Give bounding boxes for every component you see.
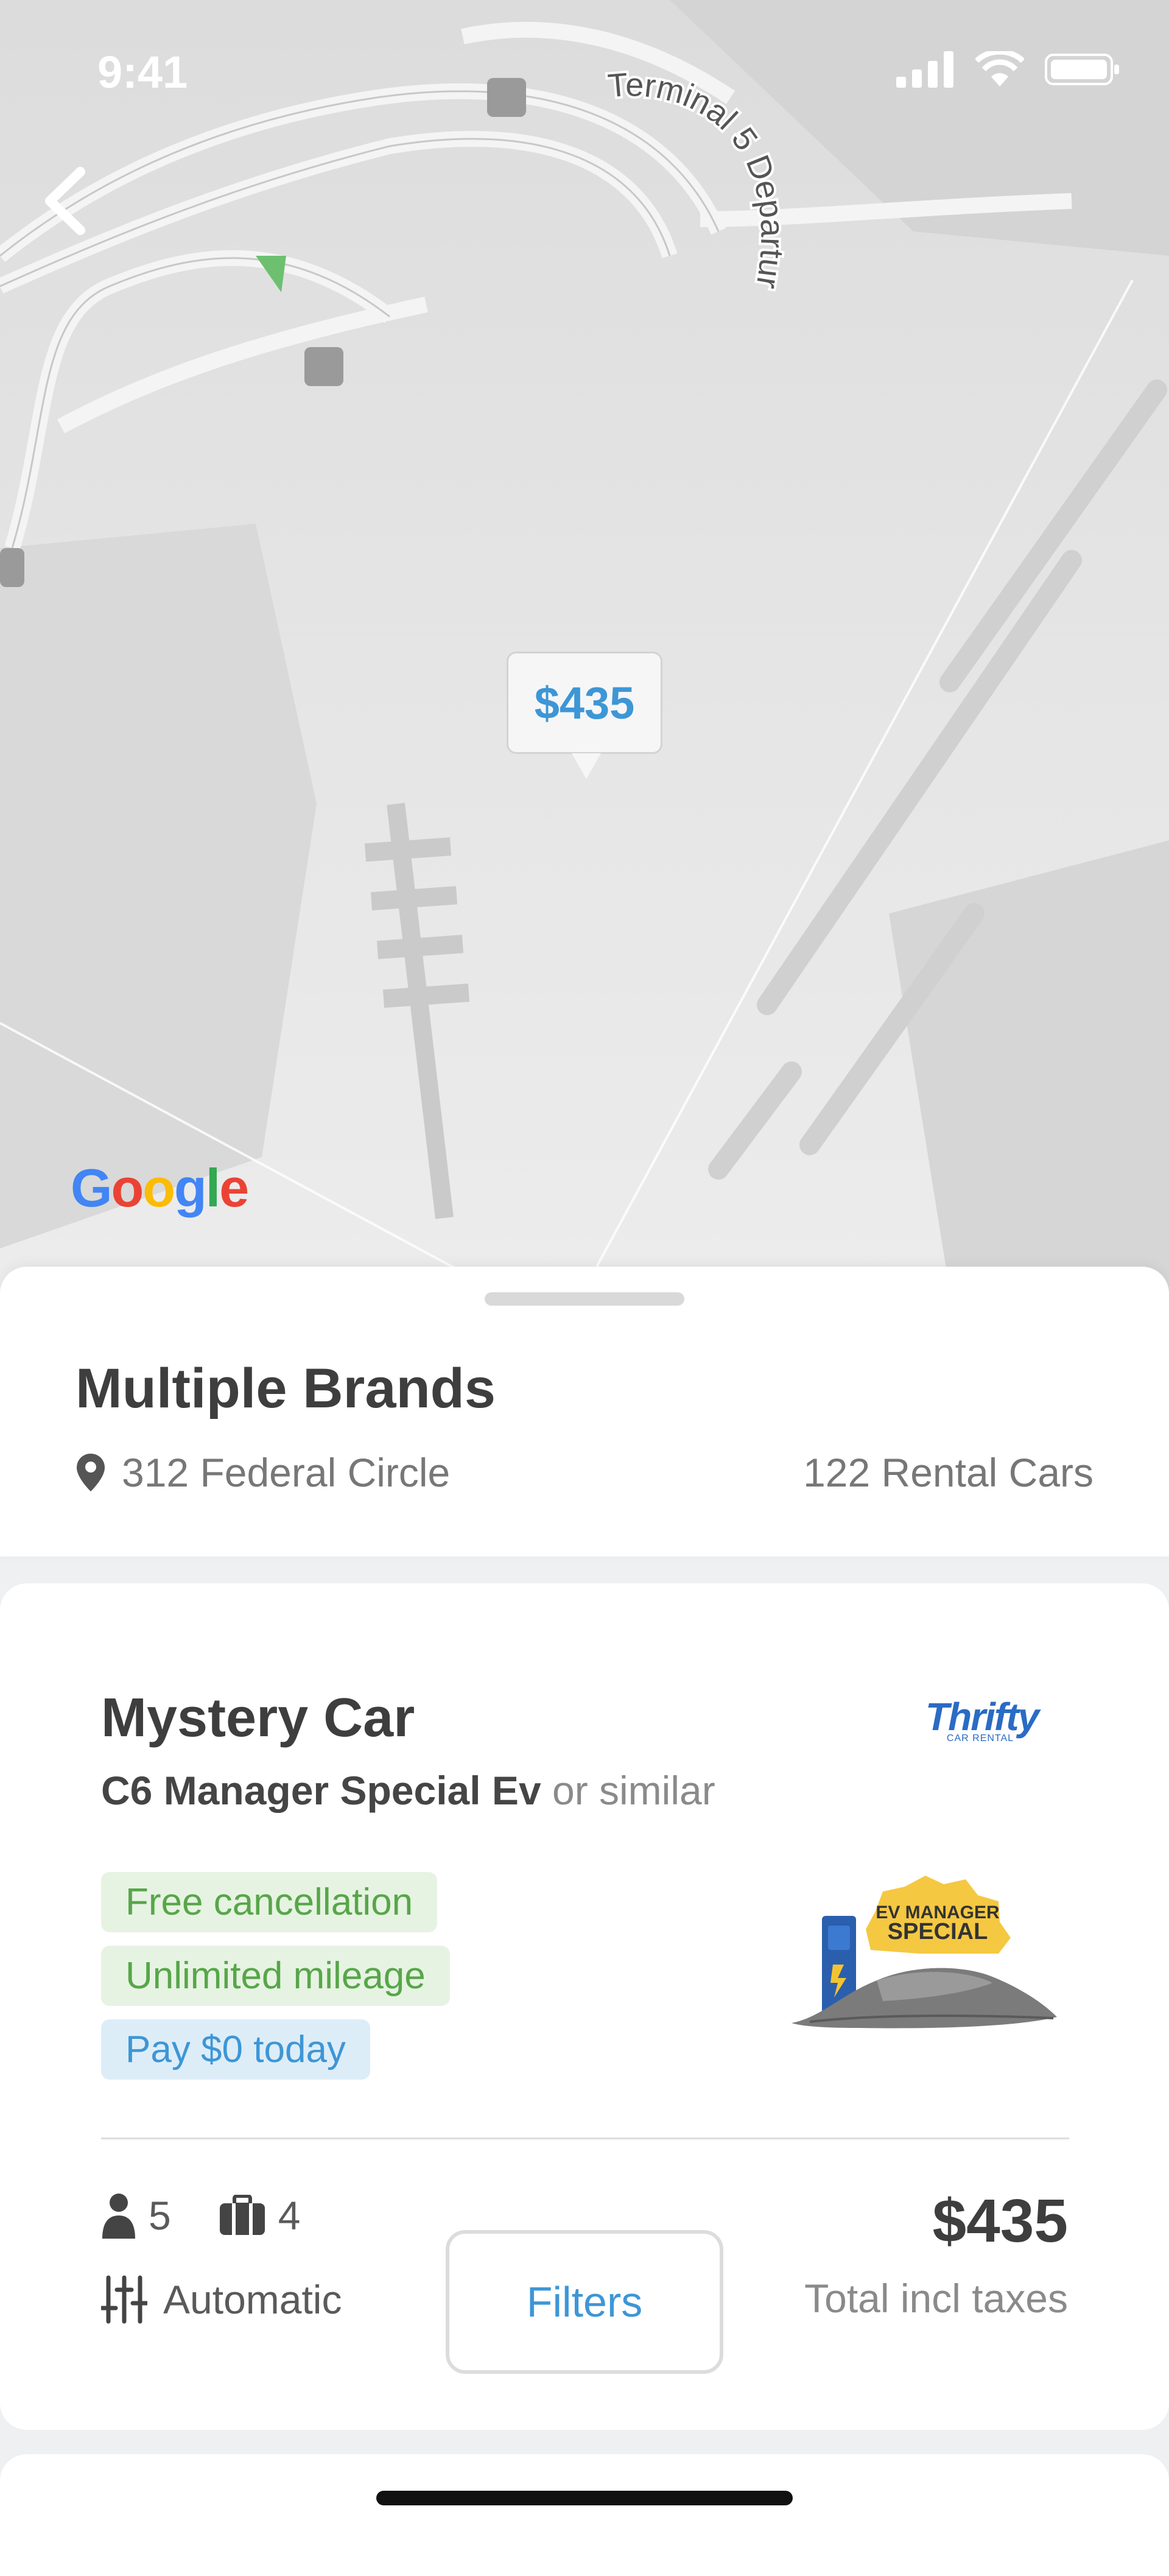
person-icon (102, 2194, 135, 2239)
location-title: Multiple Brands (75, 1357, 496, 1420)
filters-button[interactable]: Filters (446, 2230, 723, 2374)
vendor-name: Thrifty (925, 1695, 1039, 1739)
status-time: 9:41 (97, 47, 188, 97)
card-divider (101, 2138, 1069, 2139)
car-title: Mystery Car (101, 1687, 415, 1748)
status-icons (896, 51, 1120, 88)
address-row: 312 Federal Circle (75, 1449, 450, 1496)
badge-line2: SPECIAL (888, 1919, 988, 1944)
svg-text:Terminal 5 Departures: Terminal 5 Departures (0, 0, 791, 291)
map-price-marker[interactable]: $435 (507, 652, 662, 779)
vendor-logo: Thrifty CAR RENTAL (925, 1695, 1039, 1747)
car-image: EV MANAGER SPECIAL (785, 1873, 1063, 2044)
car-model-suffix: or similar (541, 1768, 715, 1813)
back-button[interactable] (38, 164, 93, 238)
seat-count: 5 (149, 2193, 171, 2238)
rental-count: 122 Rental Cars (803, 1450, 1094, 1495)
car-subtitle: C6 Manager Special Ev or similar (101, 1767, 715, 1814)
car-price: $435 (932, 2187, 1068, 2255)
battery-icon (1045, 54, 1119, 85)
chevron-left-icon (45, 167, 85, 235)
location-pin-icon (77, 1454, 105, 1491)
sliders-icon (101, 2275, 147, 2324)
car-model: C6 Manager Special Ev (101, 1768, 541, 1813)
capacity-row: 5 4 (101, 2192, 300, 2239)
address-text: 312 Federal Circle (122, 1450, 451, 1495)
tag-pay-today: Pay $0 today (101, 2019, 370, 2080)
home-indicator[interactable] (376, 2491, 793, 2505)
location-sheet[interactable]: Multiple Brands 312 Federal Circle 122 R… (0, 1267, 1169, 1557)
price-note: Total incl taxes (804, 2276, 1068, 2321)
tag-free-cancellation: Free cancellation (101, 1872, 438, 1932)
transmission: Automatic (163, 2277, 342, 2322)
transmission-row: Automatic (101, 2275, 342, 2324)
tag-unlimited-mileage: Unlimited mileage (101, 1946, 450, 2006)
feature-tags: Free cancellation Unlimited mileage Pay … (101, 1872, 450, 2080)
map-view[interactable]: Terminal 5 Departures 9:41 $435 Google (0, 0, 1169, 1291)
google-logo: Google (71, 1158, 249, 1218)
car-card[interactable]: Mystery Car C6 Manager Special Ev or sim… (0, 1583, 1169, 2430)
luggage-icon (219, 2195, 265, 2235)
next-car-card[interactable] (0, 2454, 1169, 2576)
bag-count: 4 (278, 2193, 301, 2238)
sheet-grabber[interactable] (485, 1292, 684, 1306)
signal-icon (896, 51, 953, 88)
wifi-icon (975, 51, 1024, 86)
